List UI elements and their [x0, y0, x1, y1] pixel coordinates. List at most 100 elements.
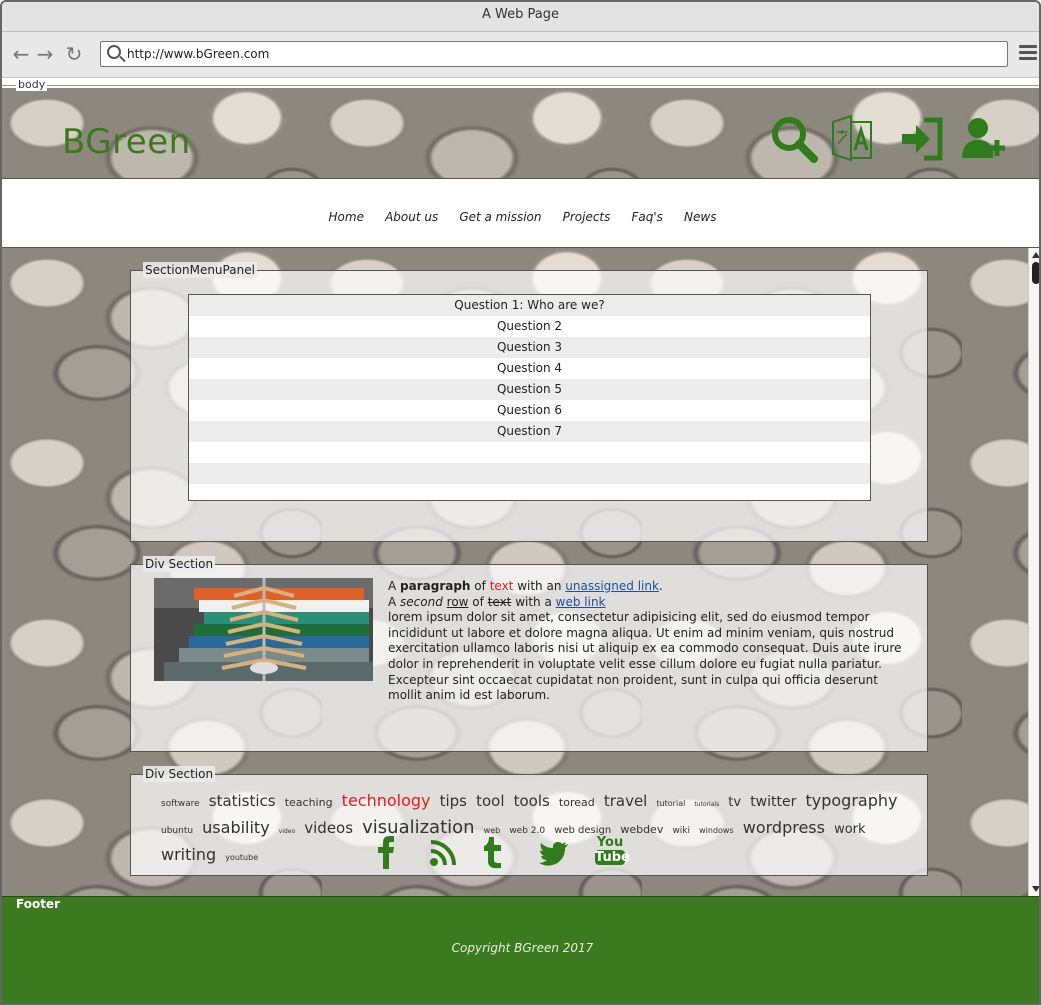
web-link[interactable]: web link — [556, 595, 606, 609]
nav-item-home[interactable]: Home — [329, 210, 364, 224]
question-item[interactable]: Question 7 — [189, 421, 870, 442]
tag-item[interactable]: twitter — [750, 794, 796, 810]
tag-item[interactable]: toread — [559, 796, 595, 809]
tag-item[interactable]: statistics — [209, 792, 276, 810]
text-run: with a — [511, 594, 556, 609]
browser-toolbar: ← → ↻ http://www.bGreen.com — [2, 32, 1039, 78]
tag-item[interactable]: wordpress — [743, 818, 825, 837]
tag-item[interactable]: tutorials — [694, 801, 719, 808]
question-item[interactable]: Question 4 — [189, 358, 870, 379]
tag-item[interactable]: wiki — [672, 826, 690, 836]
nav-item-projects[interactable]: Projects — [563, 210, 611, 224]
scroll-thumb[interactable] — [1032, 262, 1039, 284]
tag-item[interactable]: travel — [604, 792, 648, 810]
tag-item[interactable]: tips — [440, 792, 467, 810]
bold-text: paragraph — [400, 579, 471, 593]
tag-item[interactable]: software — [161, 799, 200, 809]
search-icon[interactable] — [769, 114, 819, 164]
tag-item[interactable]: videos — [304, 819, 353, 837]
tag-item[interactable]: typography — [805, 791, 897, 810]
div-section-text: Div Section A paragraph of text with an … — [130, 556, 928, 752]
tag-item[interactable]: webdev — [620, 823, 663, 836]
nav-item-get-a-mission[interactable]: Get a mission — [459, 210, 541, 224]
url-text: http://www.bGreen.com — [127, 47, 270, 61]
div-section-label: Div Section — [143, 556, 216, 572]
question-item-empty[interactable] — [189, 484, 870, 500]
youtube-text-top: You — [596, 835, 624, 850]
paragraph-text: A paragraph of text with an unassigned l… — [388, 579, 908, 704]
back-arrow-icon[interactable]: ← — [10, 42, 32, 66]
tag-item[interactable]: technology — [342, 791, 431, 810]
italic-text: second — [400, 594, 443, 609]
tag-item[interactable]: usability — [202, 818, 270, 837]
tag-item[interactable]: writing — [161, 845, 216, 864]
youtube-icon[interactable]: You Tube — [595, 835, 630, 869]
site-logo[interactable]: BGreen — [62, 122, 191, 162]
nav-item-about-us[interactable]: About us — [385, 210, 438, 224]
tag-item[interactable]: tool — [476, 792, 504, 810]
scroll-up-icon[interactable] — [1032, 252, 1039, 258]
question-item[interactable]: Question 1: Who are we? — [189, 295, 870, 316]
youtube-text-bottom: Tube — [595, 850, 630, 865]
tag-cloud: software statistics teaching technology … — [161, 789, 906, 869]
address-bar[interactable]: http://www.bGreen.com — [100, 41, 1008, 67]
nav-item-news[interactable]: News — [684, 210, 716, 224]
tag-item[interactable]: work — [834, 822, 865, 837]
twitter-icon[interactable] — [539, 841, 569, 867]
tag-item[interactable]: web — [484, 826, 501, 835]
browser-window: A Web Page ← → ↻ http://www.bGreen.com b… — [0, 0, 1041, 1005]
body-divider — [2, 85, 1039, 86]
tumblr-icon[interactable] — [483, 835, 503, 869]
text-run: of — [468, 594, 488, 609]
facebook-icon[interactable] — [375, 835, 397, 869]
question-item-empty[interactable] — [189, 442, 870, 463]
question-item[interactable]: Question 5 — [189, 379, 870, 400]
text-run: A — [388, 594, 401, 609]
footer-label: Footer — [16, 897, 60, 911]
reload-icon[interactable]: ↻ — [63, 42, 85, 66]
login-icon[interactable] — [898, 114, 948, 164]
text-run: A — [388, 579, 401, 593]
red-text: text — [489, 579, 514, 593]
tag-item[interactable]: video — [279, 828, 295, 835]
nav-item-faqs[interactable]: Faq's — [631, 210, 662, 224]
question-item[interactable]: Question 3 — [189, 337, 870, 358]
section-menu-label: SectionMenuPanel — [143, 262, 257, 278]
underlined-text: row — [446, 594, 469, 609]
text-run: . — [658, 579, 663, 593]
tag-item[interactable]: tv — [728, 795, 741, 810]
site-header: BGreen — [2, 88, 1039, 178]
site-footer: Footer Copyright BGreen 2017 — [2, 896, 1039, 1003]
tag-item[interactable]: youtube — [225, 853, 258, 862]
search-icon — [107, 45, 121, 59]
forward-arrow-icon[interactable]: → — [34, 42, 56, 66]
lorem-text: lorem ipsum dolor sit amet, consectetur … — [388, 610, 902, 703]
page-scrollbar[interactable] — [1028, 248, 1039, 896]
copyright-text: Copyright BGreen 2017 — [451, 941, 594, 955]
question-item[interactable]: Question 2 — [189, 316, 870, 337]
add-user-icon[interactable] — [960, 114, 1010, 164]
question-item-empty[interactable] — [189, 463, 870, 484]
strikethrough-text: text — [487, 594, 512, 609]
question-item[interactable]: Question 6 — [189, 400, 870, 421]
browser-menu-icon[interactable] — [1019, 45, 1037, 63]
tag-item[interactable]: ubuntu — [161, 826, 193, 836]
text-run: with an — [513, 579, 566, 593]
section-menu-panel: SectionMenuPanel Question 1: Who are we?… — [130, 262, 928, 542]
rss-icon[interactable] — [429, 839, 457, 867]
tag-item[interactable]: tools — [514, 792, 550, 810]
main-nav: Home About us Get a mission Projects Faq… — [2, 178, 1039, 248]
window-title: A Web Page — [2, 2, 1039, 32]
shirts-image — [154, 578, 373, 681]
scroll-down-icon[interactable] — [1032, 886, 1039, 892]
tag-item[interactable]: teaching — [285, 796, 333, 809]
unassigned-link[interactable]: unassigned link — [565, 579, 659, 593]
div-section-label: Div Section — [143, 766, 216, 782]
main-content: SectionMenuPanel Question 1: Who are we?… — [2, 248, 1028, 896]
div-section-tags: Div Section software statistics teaching… — [130, 766, 928, 876]
tag-item[interactable]: windows — [699, 826, 734, 835]
tag-item[interactable]: tutorial — [656, 799, 685, 808]
translate-icon[interactable] — [827, 114, 877, 164]
tag-item[interactable]: web 2.0 — [509, 826, 545, 836]
body-label: body — [16, 78, 48, 91]
